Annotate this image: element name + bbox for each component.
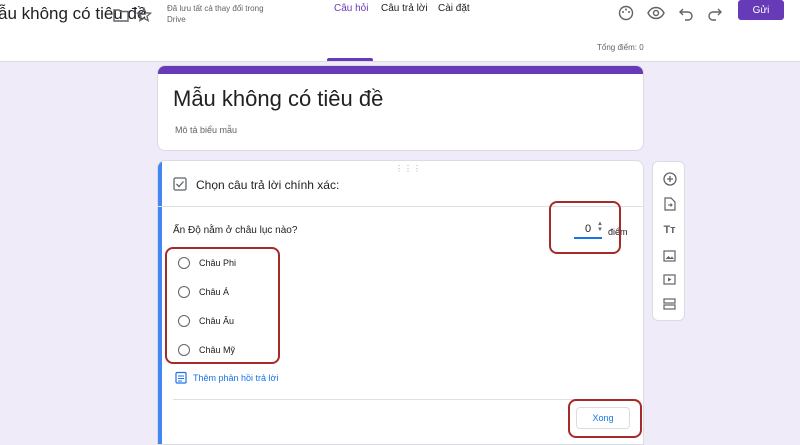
tab-settings[interactable]: Cài đặt <box>438 3 470 14</box>
side-toolbar: Tт <box>652 161 685 321</box>
form-title[interactable]: Mẫu không có tiêu đề <box>173 86 383 112</box>
preview-icon[interactable] <box>646 3 666 23</box>
undo-icon[interactable] <box>676 3 696 23</box>
add-feedback-link[interactable]: Thêm phản hồi trả lời <box>175 371 278 384</box>
send-button[interactable]: Gửi <box>738 0 784 20</box>
checkbox-checked-icon <box>173 177 187 191</box>
highlight-done <box>568 399 642 438</box>
folder-icon[interactable] <box>112 6 130 24</box>
card-divider <box>173 399 633 400</box>
feedback-icon <box>175 371 187 384</box>
question-text: Ấn Độ nằm ở châu lục nào? <box>173 225 298 236</box>
star-icon[interactable] <box>135 6 153 24</box>
tab-questions[interactable]: Câu hỏi <box>334 3 368 14</box>
add-title-icon[interactable]: Tт <box>662 222 677 237</box>
add-image-icon[interactable] <box>662 248 677 263</box>
feedback-label: Thêm phản hồi trả lời <box>193 372 279 383</box>
redo-icon[interactable] <box>705 3 725 23</box>
form-description[interactable]: Mô tả biểu mẫu <box>175 125 237 135</box>
top-bar: ẫu không có tiêu đề Đã lưu tất cả thay đ… <box>0 0 800 62</box>
import-question-icon[interactable] <box>662 196 677 211</box>
highlight-points <box>549 201 621 254</box>
save-status: Đã lưu tất cả thay đổi trong Drive <box>167 4 264 24</box>
answer-key-label: Chọn câu trả lời chính xác: <box>196 178 340 192</box>
tab-responses[interactable]: Câu trả lời <box>381 3 428 14</box>
form-title-card: Mẫu không có tiêu đề Mô tả biểu mẫu <box>157 65 644 151</box>
add-video-icon[interactable] <box>662 272 677 287</box>
title-card-accent <box>158 66 643 74</box>
add-section-icon[interactable] <box>662 296 677 311</box>
highlight-options <box>165 247 280 364</box>
total-points: Tổng điểm: 0 <box>597 43 644 52</box>
active-tab-indicator <box>327 58 373 61</box>
palette-icon[interactable] <box>616 3 636 23</box>
add-question-icon[interactable] <box>662 171 677 186</box>
